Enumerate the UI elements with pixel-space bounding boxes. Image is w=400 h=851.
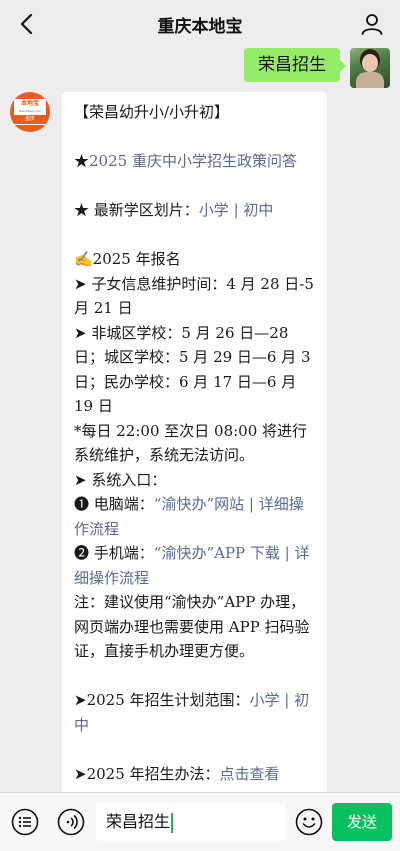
message-text: ★ 最新学区划片：	[74, 201, 199, 219]
message-text: ➤ 非城区学校：5 月 26 日—28 日；城区学校：5 月 29 日—6 月 …	[74, 323, 311, 416]
menu-button[interactable]	[10, 807, 40, 837]
message-text: 注：建议使用“渝快办”APP 办理，网页端办理也需要使用 APP 扫码验证，直接…	[74, 593, 310, 660]
link-separator: |	[244, 495, 259, 513]
incoming-bubble: 【荣昌幼升小/小升初】 ★2025 重庆中小学招生政策问答 ★ 最新学区划片：小学 …	[62, 92, 327, 792]
incoming-message: 本地宝 Bendibao.com 重庆 【荣昌幼升小/小升初】 ★2025 重庆中…	[10, 92, 327, 792]
chevron-left-icon	[20, 13, 33, 35]
message-link[interactable]: 小学	[250, 691, 280, 709]
message-line: ➤2025 年招生办法：点击查看	[74, 762, 317, 787]
message-line: 【荣昌幼升小/小升初】	[74, 100, 317, 125]
message-line: 注：建议使用“渝快办”APP 办理，网页端办理也需要使用 APP 扫码验证，直接…	[74, 590, 317, 664]
message-line: ➤ 子女信息维护时间：4 月 28 日-5 月 21 日	[74, 272, 317, 321]
message-line: ★ 最新学区划片：小学 | 初中	[74, 198, 317, 223]
message-text: ➤2025 年招生计划范围：	[74, 691, 250, 709]
emoji-icon	[295, 808, 323, 836]
message-input[interactable]: 荣昌招生	[96, 803, 286, 841]
profile-button[interactable]	[356, 8, 388, 40]
message-line: ❷ 手机端：“渝快办”APP 下载 | 详细操作流程	[74, 541, 317, 590]
message-line: ★2025 重庆中小学招生政策问答	[74, 149, 317, 174]
chat-area[interactable]: 荣昌招生 本地宝 Bendibao.com 重庆 【荣昌幼升小/小升初】 ★202…	[0, 48, 400, 792]
back-button[interactable]	[10, 8, 42, 40]
brand-logo-city: 重庆	[14, 115, 46, 124]
outgoing-bubble[interactable]: 荣昌招生	[244, 48, 346, 82]
brand-logo-url: Bendibao.com	[19, 109, 41, 113]
nav-header: 重庆本地宝	[0, 0, 400, 48]
outgoing-message: 荣昌招生	[244, 48, 390, 88]
message-link[interactable]: 点击查看	[220, 765, 280, 783]
message-line: *每日 22:00 至次日 08:00 将进行系统维护，系统无法访问。	[74, 419, 317, 468]
page-title: 重庆本地宝	[157, 16, 243, 37]
message-text: ★	[74, 152, 90, 170]
message-text: ✍2025 年报名	[74, 250, 181, 268]
message-input-value: 荣昌招生	[106, 812, 171, 831]
message-text: ➤ 系统入口：	[74, 470, 167, 489]
message-link[interactable]: 2025 重庆中小学招生政策问答	[89, 152, 297, 170]
message-link[interactable]: 初中	[243, 201, 273, 219]
message-line: ➤ 非城区学校：5 月 26 日—28 日；城区学校：5 月 29 日—6 月 …	[74, 321, 317, 419]
message-text: ❶ 电脑端：	[74, 495, 154, 513]
input-bar: 荣昌招生 发送	[0, 792, 400, 851]
voice-icon	[57, 808, 85, 836]
brand-logo: 本地宝 Bendibao.com 重庆	[14, 99, 46, 125]
message-link[interactable]: “渝快办”APP 下载	[154, 544, 280, 562]
message-link[interactable]: “渝快办”网站	[154, 495, 244, 513]
send-button[interactable]: 发送	[332, 803, 392, 841]
user-avatar[interactable]	[350, 48, 390, 88]
link-separator: |	[279, 544, 295, 562]
message-line: ➤ 系统入口：	[74, 468, 317, 493]
message-text: ➤ 子女信息维护时间：4 月 28 日-5 月 21 日	[74, 274, 314, 318]
menu-list-icon	[11, 808, 39, 836]
message-line: ❶ 电脑端：“渝快办”网站 | 详细操作流程	[74, 492, 317, 541]
message-text: ➤2025 年招生办法：	[74, 764, 220, 783]
brand-logo-text: 本地宝	[20, 100, 39, 107]
message-link[interactable]: 小学	[199, 201, 229, 219]
message-line: ✍2025 年报名	[74, 247, 317, 272]
emoji-button[interactable]	[294, 807, 324, 837]
message-line: ➤2025 年招生计划范围：小学 | 初中	[74, 688, 317, 737]
user-icon	[361, 14, 383, 35]
link-separator: |	[228, 201, 244, 219]
message-text: ❷ 手机端：	[74, 544, 154, 562]
message-text: 【荣昌幼升小/小升初】	[74, 103, 230, 121]
voice-button[interactable]	[56, 807, 86, 837]
message-text: *每日 22:00 至次日 08:00 将进行系统维护，系统无法访问。	[74, 421, 308, 465]
link-separator: |	[279, 691, 295, 709]
text-caret	[171, 812, 173, 833]
brand-avatar[interactable]: 本地宝 Bendibao.com 重庆	[10, 92, 50, 132]
